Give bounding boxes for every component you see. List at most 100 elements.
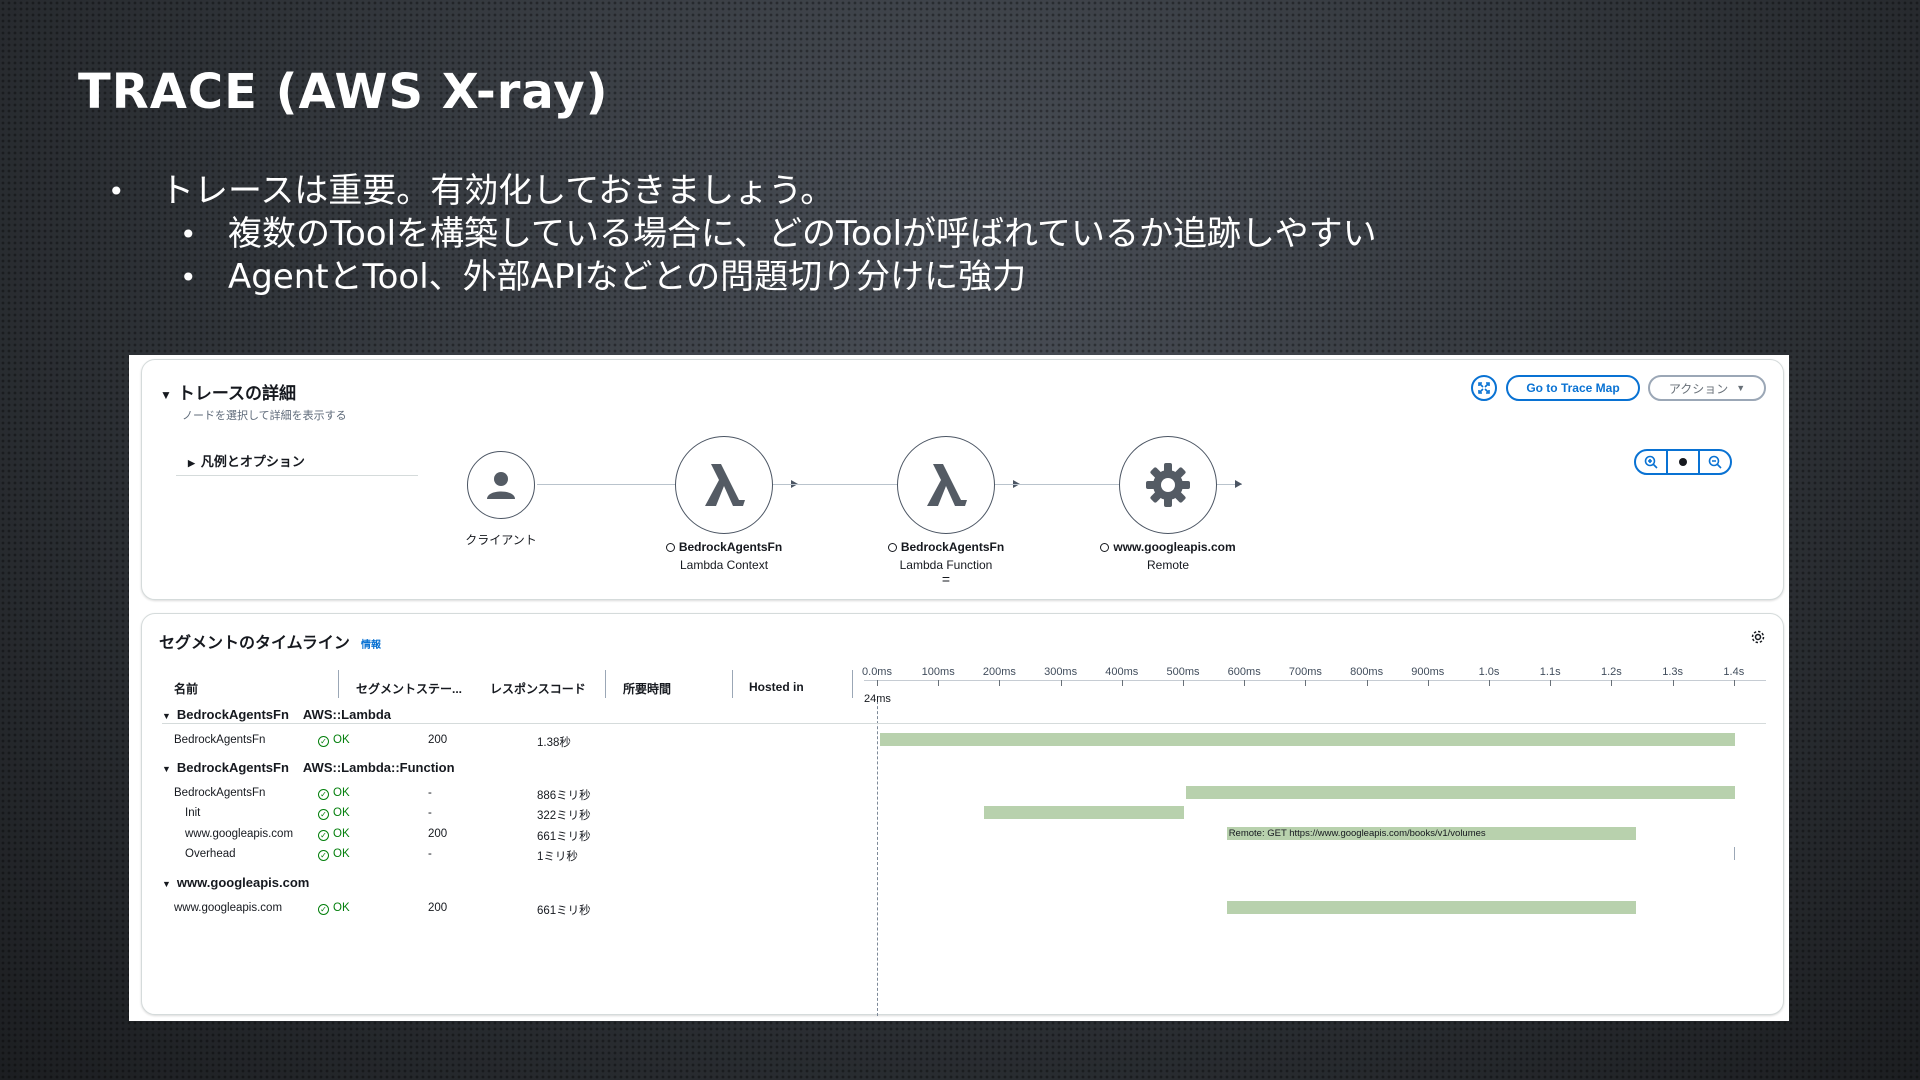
node-name-text: www.googleapis.com — [1113, 540, 1236, 554]
node-circle — [467, 451, 535, 519]
segment-name: BedrockAgentsFn — [174, 787, 266, 799]
bullet-item: • トレースは重要。有効化しておきましょう。 — [108, 170, 1377, 213]
lambda-icon — [927, 464, 967, 506]
caret-down-icon: ▼ — [162, 711, 171, 721]
segment-group-name: BedrockAgentsFn — [176, 707, 289, 722]
gear-icon — [1146, 463, 1190, 507]
user-icon — [487, 472, 515, 499]
segment-name: BedrockAgentsFn — [174, 734, 266, 746]
timeline-tick-mark — [938, 680, 940, 686]
node-client[interactable]: クライアント — [411, 451, 591, 548]
caret-right-icon: ▶ — [188, 458, 195, 468]
node-lambda-context[interactable]: BedrockAgentsFn Lambda Context — [634, 436, 814, 572]
column-header-segment-status[interactable]: セグメントステー... — [356, 680, 462, 697]
node-lambda-context-name: BedrockAgentsFn — [634, 540, 814, 554]
segment-name: Init — [185, 807, 201, 819]
fullscreen-icon — [1478, 382, 1490, 394]
settings-gear-icon[interactable] — [1750, 629, 1766, 645]
column-header-response-code[interactable]: レスポンスコード — [490, 680, 586, 697]
node-name-text: BedrockAgentsFn — [678, 540, 783, 554]
node-remote[interactable]: www.googleapis.com Remote — [1078, 436, 1258, 572]
segment-bar[interactable] — [1185, 786, 1735, 799]
column-header-hosted-in[interactable]: Hosted in — [749, 680, 804, 694]
segment-group-divider — [162, 723, 1766, 724]
bullet-item: • AgentとTool、外部APIなどとの問題切り分けに強力 — [108, 256, 1377, 299]
segment-group-header[interactable]: ▼ BedrockAgentsFn AWS::Lambda::Function — [162, 760, 455, 775]
segment-bar[interactable]: Remote: GET https://www.googleapis.com/b… — [1226, 827, 1637, 840]
column-divider — [338, 670, 339, 698]
bullet-dot: • — [108, 175, 125, 208]
segment-group-name: BedrockAgentsFn — [176, 760, 289, 775]
column-header-duration[interactable]: 所要時間 — [623, 680, 671, 697]
zoom-out-button[interactable] — [1700, 451, 1730, 473]
timeline-tick-mark — [999, 680, 1001, 686]
bullet-list: • トレースは重要。有効化しておきましょう。 • 複数のToolを構築している場合に… — [108, 170, 1377, 299]
actions-dropdown[interactable]: アクション ▼ — [1648, 375, 1766, 401]
segment-response-code: - — [428, 787, 432, 799]
segment-duration: 886ミリ秒 — [537, 790, 591, 802]
lambda-icon — [705, 464, 745, 506]
segment-response-code: 200 — [428, 734, 448, 746]
timeline-tick-label: 500ms — [1166, 666, 1200, 678]
xray-screenshot: ▼ トレースの詳細 ノードを選択して詳細を表示する ▶ 凡例とオプション Go to… — [129, 355, 1789, 1021]
go-to-trace-map-button[interactable]: Go to Trace Map — [1506, 375, 1640, 401]
timeline-tick-label: 1.2s — [1600, 666, 1622, 678]
segment-status-text: OK — [333, 734, 350, 746]
timeline-tick-label: 200ms — [982, 666, 1016, 678]
segment-response-code: - — [428, 848, 432, 860]
bullet-dot: • — [180, 218, 197, 251]
timeline-tick-label: 1.0s — [1478, 666, 1500, 678]
legend-options-toggle[interactable]: ▶ 凡例とオプション — [176, 451, 418, 476]
trace-details-toggle[interactable]: ▼ トレースの詳細 — [160, 379, 296, 404]
zoom-reset-button[interactable] — [1666, 451, 1700, 473]
check-circle-icon: ✓ — [318, 904, 329, 915]
zoom-in-button[interactable] — [1636, 451, 1666, 473]
timeline-tick-label: 100ms — [921, 666, 955, 678]
column-header-name[interactable]: 名前 — [174, 680, 198, 697]
check-circle-icon: ✓ — [318, 809, 329, 820]
node-circle — [675, 436, 773, 534]
segment-bar[interactable] — [1226, 901, 1637, 914]
timeline-tick-mark — [877, 680, 878, 686]
segment-group-header[interactable]: ▼ BedrockAgentsFn AWS::Lambda — [162, 707, 391, 722]
segment-bar[interactable] — [879, 733, 1735, 746]
bullet-item: • 複数のToolを構築している場合に、どのToolが呼ばれているか追跡しやすい — [108, 213, 1377, 256]
timeline-tick-mark — [1183, 680, 1184, 686]
segment-status: ✓ OK — [318, 828, 350, 841]
timeline-tick-mark — [1733, 680, 1735, 686]
segment-bar[interactable] — [983, 806, 1184, 819]
equals-mark: = — [941, 571, 951, 587]
node-lambda-context-type: Lambda Context — [679, 558, 769, 572]
fullscreen-button[interactable] — [1471, 375, 1497, 401]
column-divider — [852, 670, 853, 698]
node-status-circle-icon — [1100, 543, 1110, 553]
timeline-tick-mark — [1427, 680, 1429, 686]
node-circle — [1119, 436, 1217, 534]
node-lambda-function[interactable]: BedrockAgentsFn Lambda Function = — [856, 436, 1036, 586]
segment-group-header[interactable]: ▼ www.googleapis.com — [162, 875, 323, 890]
check-circle-icon: ✓ — [318, 830, 329, 841]
timeline-tick-label: 0.0ms — [862, 666, 892, 678]
node-lambda-function-type: Lambda Function — [899, 558, 993, 572]
segment-name: Overhead — [185, 848, 236, 860]
node-lambda-function-name: BedrockAgentsFn — [856, 540, 1036, 554]
zoom-out-icon — [1708, 455, 1722, 469]
slide-title: TRACE (AWS X-ray) — [78, 64, 609, 120]
segment-bar[interactable] — [1734, 847, 1736, 860]
segment-response-code: - — [428, 807, 432, 819]
bullet-text: トレースは重要。有効化しておきましょう。 — [160, 171, 835, 211]
segment-timeline-panel: セグメントのタイムライン 情報 名前 セグメントステー... レスポンスコード … — [141, 613, 1784, 1016]
caret-down-icon: ▼ — [160, 388, 172, 402]
timeline-cursor — [877, 696, 878, 1016]
zoom-in-icon — [1644, 455, 1658, 469]
caret-down-icon: ▼ — [162, 879, 171, 889]
timeline-tick-mark — [1305, 680, 1307, 686]
trace-details-subtitle: ノードを選択して詳細を表示する — [182, 410, 347, 422]
timeline-tick-label: 900ms — [1411, 666, 1445, 678]
info-link[interactable]: 情報 — [361, 636, 381, 651]
segment-duration: 661ミリ秒 — [537, 831, 591, 843]
segment-duration: 322ミリ秒 — [537, 810, 591, 822]
timeline-cursor-label: 24ms — [864, 693, 891, 705]
segment-status-text: OK — [333, 902, 350, 914]
segment-response-code: 200 — [428, 902, 448, 914]
